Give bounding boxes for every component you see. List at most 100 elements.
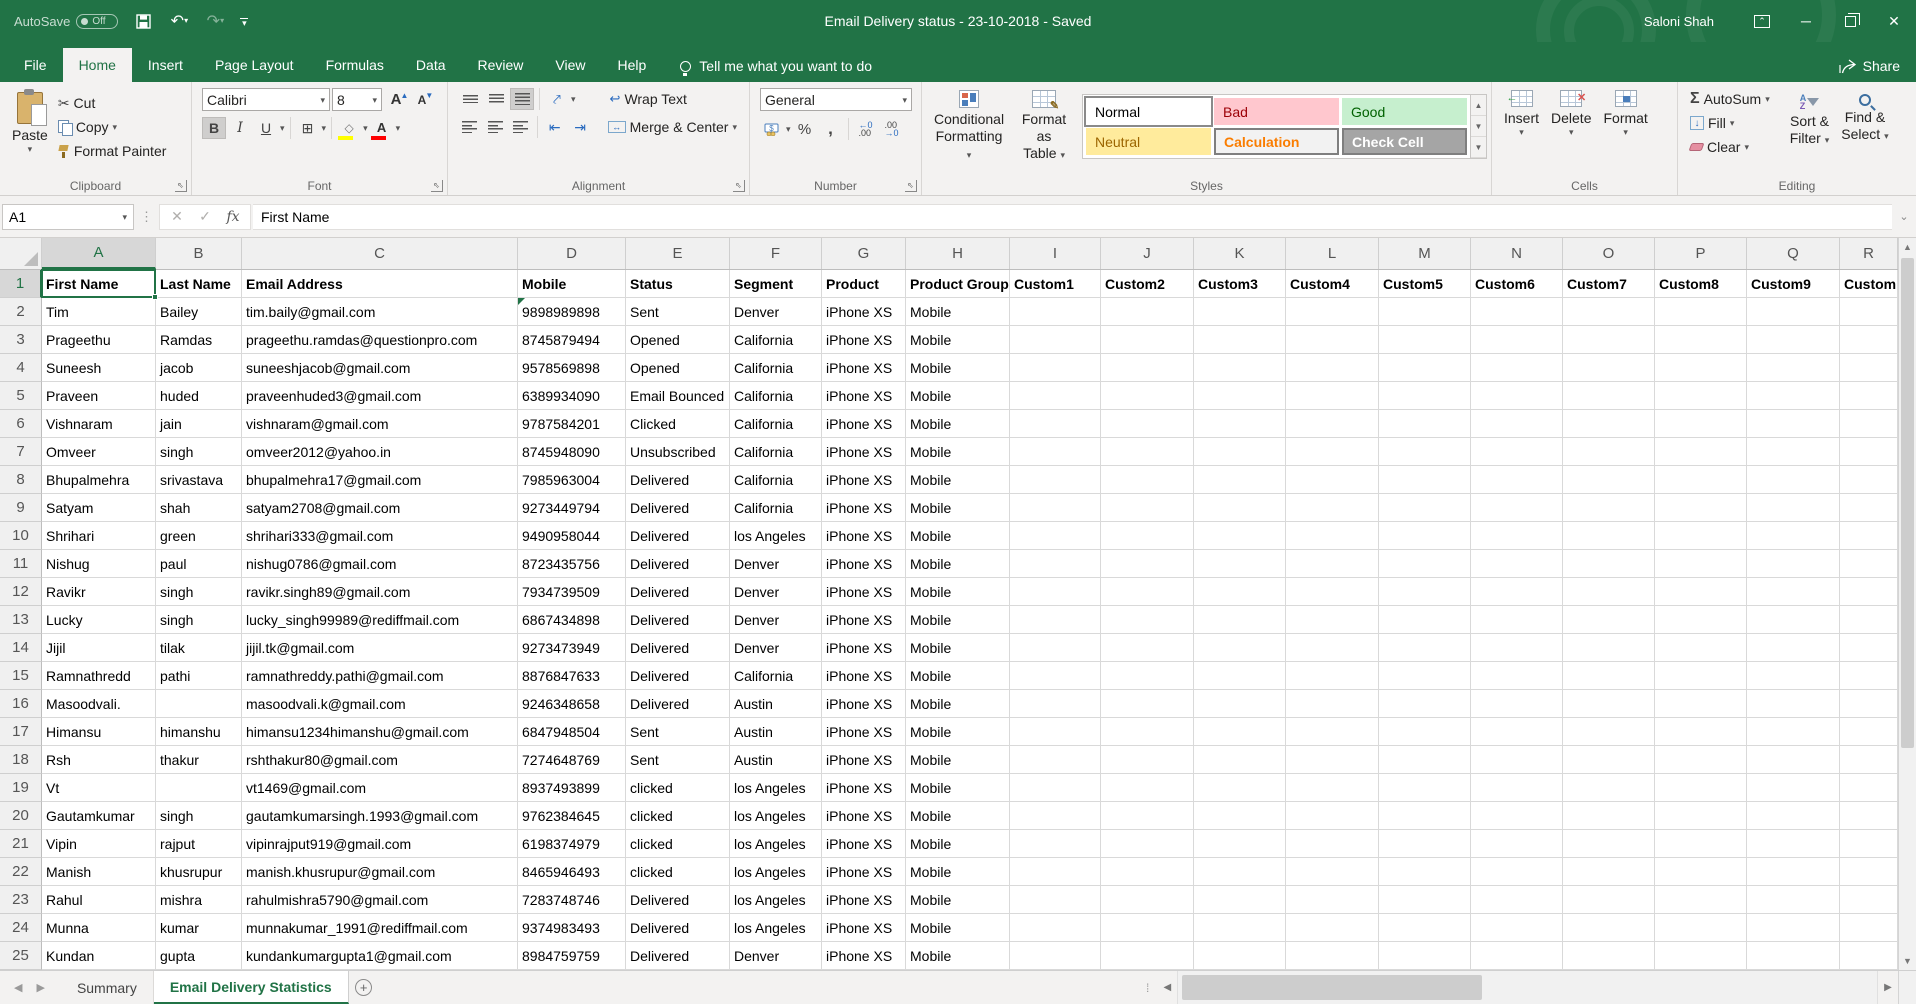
column-header-B[interactable]: B bbox=[156, 238, 242, 269]
cell-A3[interactable]: Prageethu bbox=[42, 326, 156, 354]
fill-color-button[interactable]: ◇ bbox=[337, 117, 361, 139]
insert-function-button[interactable]: fx bbox=[220, 209, 246, 225]
cell-R20[interactable] bbox=[1840, 802, 1898, 830]
ribbon-tab-page-layout[interactable]: Page Layout bbox=[199, 48, 310, 82]
cell-I22[interactable] bbox=[1010, 858, 1101, 886]
cell-M6[interactable] bbox=[1379, 410, 1471, 438]
cell-B24[interactable]: kumar bbox=[156, 914, 242, 942]
cell-L25[interactable] bbox=[1286, 942, 1379, 970]
cell-C24[interactable]: munnakumar_1991@rediffmail.com bbox=[242, 914, 518, 942]
cell-N2[interactable] bbox=[1471, 298, 1563, 326]
cell-I19[interactable] bbox=[1010, 774, 1101, 802]
cell-Q1[interactable]: Custom9 bbox=[1747, 270, 1840, 298]
cell-M5[interactable] bbox=[1379, 382, 1471, 410]
cell-B23[interactable]: mishra bbox=[156, 886, 242, 914]
cell-B21[interactable]: rajput bbox=[156, 830, 242, 858]
cell-K15[interactable] bbox=[1194, 662, 1286, 690]
cell-R15[interactable] bbox=[1840, 662, 1898, 690]
cell-E1[interactable]: Status bbox=[626, 270, 730, 298]
cell-R25[interactable] bbox=[1840, 942, 1898, 970]
cell-M14[interactable] bbox=[1379, 634, 1471, 662]
cell-D22[interactable]: 8465946493 bbox=[518, 858, 626, 886]
cell-R8[interactable] bbox=[1840, 466, 1898, 494]
copy-button[interactable]: Copy▾ bbox=[54, 116, 171, 138]
cell-M3[interactable] bbox=[1379, 326, 1471, 354]
column-header-G[interactable]: G bbox=[822, 238, 906, 269]
cell-M19[interactable] bbox=[1379, 774, 1471, 802]
delete-cells-button[interactable]: ✕ Delete▾ bbox=[1545, 86, 1597, 139]
cell-H7[interactable]: Mobile bbox=[906, 438, 1010, 466]
cell-Q14[interactable] bbox=[1747, 634, 1840, 662]
row-header-24[interactable]: 24 bbox=[0, 914, 42, 942]
cell-J17[interactable] bbox=[1101, 718, 1194, 746]
sheet-tab-email-delivery-statistics[interactable]: Email Delivery Statistics bbox=[154, 971, 349, 1004]
cell-B19[interactable] bbox=[156, 774, 242, 802]
cell-A25[interactable]: Kundan bbox=[42, 942, 156, 970]
cell-E25[interactable]: Delivered bbox=[626, 942, 730, 970]
cell-E4[interactable]: Opened bbox=[626, 354, 730, 382]
cell-Q20[interactable] bbox=[1747, 802, 1840, 830]
cell-E3[interactable]: Opened bbox=[626, 326, 730, 354]
cell-E5[interactable]: Email Bounced bbox=[626, 382, 730, 410]
cell-F4[interactable]: California bbox=[730, 354, 822, 382]
row-header-9[interactable]: 9 bbox=[0, 494, 42, 522]
clipboard-dialog-launcher[interactable]: ⇘ bbox=[175, 180, 187, 192]
cell-style-bad[interactable]: Bad bbox=[1214, 98, 1339, 125]
cell-F21[interactable]: los Angeles bbox=[730, 830, 822, 858]
cell-G25[interactable]: iPhone XS bbox=[822, 942, 906, 970]
cell-K20[interactable] bbox=[1194, 802, 1286, 830]
new-sheet-button[interactable]: + bbox=[349, 971, 379, 1004]
cell-O6[interactable] bbox=[1563, 410, 1655, 438]
cell-J9[interactable] bbox=[1101, 494, 1194, 522]
cell-E15[interactable]: Delivered bbox=[626, 662, 730, 690]
cell-D18[interactable]: 7274648769 bbox=[518, 746, 626, 774]
cell-E11[interactable]: Delivered bbox=[626, 550, 730, 578]
cell-O14[interactable] bbox=[1563, 634, 1655, 662]
ribbon-display-options-button[interactable]: ⌃ bbox=[1740, 0, 1784, 42]
cell-O21[interactable] bbox=[1563, 830, 1655, 858]
cell-D11[interactable]: 8723435756 bbox=[518, 550, 626, 578]
cell-C3[interactable]: prageethu.ramdas@questionpro.com bbox=[242, 326, 518, 354]
cell-A21[interactable]: Vipin bbox=[42, 830, 156, 858]
cell-I7[interactable] bbox=[1010, 438, 1101, 466]
ribbon-tab-view[interactable]: View bbox=[539, 48, 601, 82]
cell-E20[interactable]: clicked bbox=[626, 802, 730, 830]
cell-Q23[interactable] bbox=[1747, 886, 1840, 914]
cell-A18[interactable]: Rsh bbox=[42, 746, 156, 774]
row-header-1[interactable]: 1 bbox=[0, 270, 42, 298]
cell-D7[interactable]: 8745948090 bbox=[518, 438, 626, 466]
cell-A13[interactable]: Lucky bbox=[42, 606, 156, 634]
row-header-11[interactable]: 11 bbox=[0, 550, 42, 578]
name-box[interactable]: A1▾ bbox=[2, 204, 134, 230]
cell-C18[interactable]: rshthakur80@gmail.com bbox=[242, 746, 518, 774]
cell-H15[interactable]: Mobile bbox=[906, 662, 1010, 690]
cell-F15[interactable]: California bbox=[730, 662, 822, 690]
cell-K5[interactable] bbox=[1194, 382, 1286, 410]
cell-M16[interactable] bbox=[1379, 690, 1471, 718]
column-header-R[interactable]: R bbox=[1840, 238, 1898, 269]
column-header-N[interactable]: N bbox=[1471, 238, 1563, 269]
cell-N6[interactable] bbox=[1471, 410, 1563, 438]
cell-C15[interactable]: ramnathreddy.pathi@gmail.com bbox=[242, 662, 518, 690]
cell-K8[interactable] bbox=[1194, 466, 1286, 494]
cell-R21[interactable] bbox=[1840, 830, 1898, 858]
cell-P5[interactable] bbox=[1655, 382, 1747, 410]
vertical-scrollbar[interactable]: ▲ ▼ bbox=[1898, 238, 1916, 970]
cell-N5[interactable] bbox=[1471, 382, 1563, 410]
cell-C23[interactable]: rahulmishra5790@gmail.com bbox=[242, 886, 518, 914]
align-right-button[interactable] bbox=[509, 116, 532, 138]
cell-K24[interactable] bbox=[1194, 914, 1286, 942]
cell-B14[interactable]: tilak bbox=[156, 634, 242, 662]
cell-Q9[interactable] bbox=[1747, 494, 1840, 522]
cell-M11[interactable] bbox=[1379, 550, 1471, 578]
autosave-toggle[interactable]: AutoSave Off bbox=[14, 14, 118, 29]
cell-K12[interactable] bbox=[1194, 578, 1286, 606]
cell-J3[interactable] bbox=[1101, 326, 1194, 354]
cell-J20[interactable] bbox=[1101, 802, 1194, 830]
cell-F9[interactable]: California bbox=[730, 494, 822, 522]
cell-J14[interactable] bbox=[1101, 634, 1194, 662]
cell-P14[interactable] bbox=[1655, 634, 1747, 662]
cell-Q6[interactable] bbox=[1747, 410, 1840, 438]
cell-K11[interactable] bbox=[1194, 550, 1286, 578]
cell-L18[interactable] bbox=[1286, 746, 1379, 774]
